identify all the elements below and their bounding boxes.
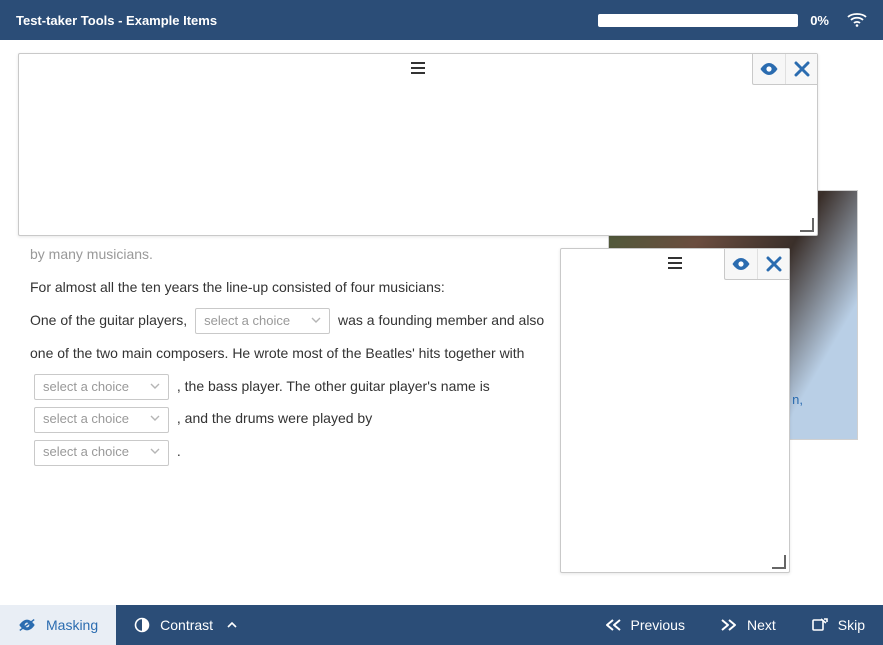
progress-bar	[598, 14, 798, 27]
text-frag-d: , and the drums were played by	[177, 410, 372, 426]
image-caption-fragment: n,	[792, 392, 803, 407]
select-choice-4[interactable]: select a choice	[34, 440, 169, 466]
drag-handle-icon[interactable]	[667, 254, 683, 275]
text-line-1: For almost all the ten years the line-up…	[30, 279, 445, 295]
text-frag-a: One of the guitar players,	[30, 312, 187, 328]
masking-button[interactable]: Masking	[0, 605, 116, 645]
skip-icon	[812, 618, 828, 632]
next-icon	[721, 619, 737, 631]
mask-visibility-button[interactable]	[753, 54, 785, 84]
select-choice-2[interactable]: select a choice	[34, 374, 169, 400]
contrast-label: Contrast	[160, 617, 213, 633]
select-placeholder: select a choice	[43, 372, 129, 403]
mask-visibility-button[interactable]	[725, 249, 757, 279]
masking-label: Masking	[46, 617, 98, 633]
select-placeholder: select a choice	[43, 437, 129, 468]
mask-panel-2[interactable]	[560, 248, 790, 573]
progress-indicator: 0%	[598, 13, 829, 28]
previous-button[interactable]: Previous	[587, 605, 703, 645]
chevron-down-icon	[150, 437, 160, 468]
select-placeholder: select a choice	[204, 306, 290, 337]
drag-handle-icon[interactable]	[410, 59, 426, 80]
mask-close-button[interactable]	[757, 249, 789, 279]
partial-line: by many musicians.	[30, 246, 153, 262]
select-choice-1[interactable]: select a choice	[195, 308, 330, 334]
chevron-up-icon	[227, 621, 237, 629]
previous-label: Previous	[631, 617, 685, 633]
previous-icon	[605, 619, 621, 631]
contrast-button[interactable]: Contrast	[116, 605, 255, 645]
select-placeholder: select a choice	[43, 404, 129, 435]
next-button[interactable]: Next	[703, 605, 794, 645]
header-bar: Test-taker Tools - Example Items 0%	[0, 0, 883, 40]
resize-handle[interactable]	[772, 555, 786, 569]
chevron-down-icon	[150, 372, 160, 403]
content-area: n, by many musicians. For almost all the…	[0, 40, 883, 605]
chevron-down-icon	[150, 404, 160, 435]
text-frag-c: , the bass player. The other guitar play…	[177, 378, 490, 394]
text-frag-e: .	[177, 443, 181, 459]
skip-button[interactable]: Skip	[794, 605, 883, 645]
mask-close-button[interactable]	[785, 54, 817, 84]
page-title: Test-taker Tools - Example Items	[16, 13, 217, 28]
footer-bar: Masking Contrast Previous	[0, 605, 883, 645]
progress-percent: 0%	[810, 13, 829, 28]
contrast-icon	[134, 617, 150, 633]
select-choice-3[interactable]: select a choice	[34, 407, 169, 433]
chevron-down-icon	[311, 306, 321, 337]
eye-off-icon	[18, 618, 36, 632]
skip-label: Skip	[838, 617, 865, 633]
passage-text: by many musicians. For almost all the te…	[30, 238, 560, 468]
next-label: Next	[747, 617, 776, 633]
resize-handle[interactable]	[800, 218, 814, 232]
wifi-icon	[847, 12, 867, 28]
mask-panel-1[interactable]	[18, 53, 818, 236]
